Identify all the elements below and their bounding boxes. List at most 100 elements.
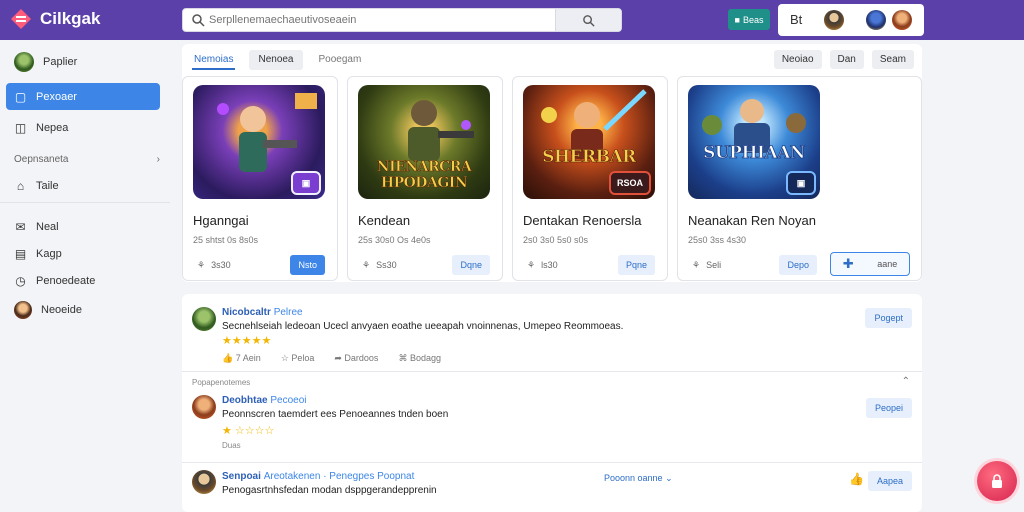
tag-action[interactable]: ⌘ Bodagg bbox=[398, 353, 441, 364]
post-meta: Duas bbox=[222, 441, 241, 450]
game-stat-value: 3s30 bbox=[211, 260, 231, 270]
sidebar-item-home[interactable]: ▢ Pexoaer bbox=[6, 83, 160, 110]
add-icon: ✚ bbox=[842, 256, 854, 271]
search-button[interactable] bbox=[555, 9, 621, 31]
sort-dropdown[interactable]: Pooonn oanne ⌄ bbox=[604, 473, 673, 484]
players-icon: ⚘ bbox=[197, 260, 206, 270]
tab-new[interactable]: Nenoea bbox=[249, 50, 303, 70]
players-icon: ⚘ bbox=[692, 260, 701, 270]
post-text: Peonnscren taemdert ees Penoeannes tnden… bbox=[222, 409, 449, 420]
sidebar-item-label: Pexoaer bbox=[36, 90, 77, 103]
post-header: Senpoai Areotakenen · Penegpes Poopnat bbox=[222, 471, 414, 482]
game-title: Neanakan Ren Noyan bbox=[688, 213, 816, 228]
action-label: Peloa bbox=[291, 353, 315, 363]
game-meta: 25s0 3ss 4s30 bbox=[688, 235, 747, 245]
avatar[interactable] bbox=[866, 10, 886, 30]
add-to-library-button[interactable]: ✚ aane bbox=[830, 252, 910, 276]
reply-button[interactable]: Peopei bbox=[865, 398, 912, 418]
clock-icon: ◷ bbox=[15, 273, 26, 288]
briefcase-icon: ▤ bbox=[14, 246, 27, 261]
sidebar-item-store[interactable]: ⌂ Taile bbox=[6, 172, 160, 199]
game-stat: ⚘ 3s30 bbox=[197, 260, 231, 271]
feed-post: Deobhtae Pecoeoi Peonnscren taemdert ees… bbox=[182, 389, 922, 461]
app-logo[interactable]: Cilkgak bbox=[10, 8, 100, 30]
play-button[interactable]: Dqne bbox=[452, 255, 490, 275]
sidebar-item-history[interactable]: ◷ Penoedeate bbox=[6, 267, 160, 294]
avatar[interactable] bbox=[192, 470, 216, 494]
game-art: SHERBAR RSOA bbox=[523, 85, 655, 199]
search-input[interactable] bbox=[209, 11, 539, 29]
search-icon bbox=[583, 14, 595, 27]
filter-bar: Neoiao Dan Seam bbox=[773, 50, 914, 69]
post-header: Deobhtae Pecoeoi bbox=[222, 395, 306, 406]
sidebar-item-mail[interactable]: ✉ Neal bbox=[6, 213, 160, 240]
game-card[interactable]: SHERBAR RSOA Dentakan Renoersla 2s0 3s0 … bbox=[512, 76, 668, 281]
filter-button[interactable]: Dan bbox=[829, 50, 864, 69]
game-badge: RSOA bbox=[609, 171, 651, 195]
game-stat: ⚘ ls30 bbox=[527, 260, 558, 271]
avatar[interactable] bbox=[824, 10, 844, 30]
game-stat-value: Ss30 bbox=[376, 260, 397, 270]
mail-icon: ✉ bbox=[15, 219, 26, 234]
filter-button[interactable]: Seam bbox=[871, 50, 914, 69]
sidebar-item-label: Neal bbox=[36, 220, 59, 233]
filter-button[interactable]: Neoiao bbox=[773, 50, 822, 69]
tab-bar: Nemoias Nenoea Pooegam bbox=[192, 50, 363, 70]
post-author[interactable]: Deobhtae bbox=[222, 395, 268, 406]
sidebar-item-label: Kagp bbox=[36, 247, 62, 260]
chat-icon: ◫ bbox=[14, 120, 27, 135]
sidebar-profile-name: Paplier bbox=[43, 55, 78, 68]
avatar[interactable] bbox=[192, 307, 216, 331]
sidebar-item-work[interactable]: ▤ Kagp bbox=[6, 240, 160, 267]
tab-featured[interactable]: Nemoias bbox=[192, 50, 236, 70]
thumbs-up-icon[interactable]: 👍 bbox=[849, 472, 864, 486]
game-logo-text: NIENARCRA HPODAGIN bbox=[376, 159, 472, 192]
post-author[interactable]: Nicobcaltr bbox=[222, 307, 271, 318]
favorite-action[interactable]: ☆ Peloa bbox=[281, 353, 315, 364]
game-card[interactable]: ▣ Hganngai 25 shtst 0s 8s0s ⚘ 3s30 Nsto bbox=[182, 76, 338, 281]
home-icon: ▢ bbox=[14, 89, 27, 104]
user-icon bbox=[14, 300, 32, 319]
post-author[interactable]: Senpoai bbox=[222, 471, 261, 482]
chat-fab-button[interactable] bbox=[977, 461, 1017, 501]
game-card[interactable]: NIENARCRA HPODAGIN Kendean 25s 30s0 Os 4… bbox=[347, 76, 503, 281]
game-card[interactable]: SUPHIAAN ▣ Neanakan Ren Noyan 25s0 3ss 4… bbox=[677, 76, 922, 281]
game-art: NIENARCRA HPODAGIN bbox=[358, 85, 490, 199]
search-bar bbox=[182, 8, 622, 32]
dropdown-label: Pooonn oanne bbox=[604, 473, 663, 483]
account-area: Bt bbox=[778, 4, 924, 36]
game-art: SUPHIAAN ▣ bbox=[688, 85, 820, 199]
like-action[interactable]: 👍 7 Aein bbox=[222, 353, 261, 364]
game-meta: 2s0 3s0 5s0 s0s bbox=[523, 235, 589, 245]
rating-stars: ★ ☆☆☆☆ bbox=[222, 425, 275, 437]
store-icon: ⌂ bbox=[16, 178, 25, 193]
post-tag: Pecoeoi bbox=[270, 395, 307, 406]
avatar[interactable] bbox=[192, 395, 216, 419]
share-action[interactable]: ➦ Dardoos bbox=[334, 353, 378, 364]
action-label: 7 Aein bbox=[235, 353, 261, 363]
play-button[interactable]: Nsto bbox=[290, 255, 325, 275]
add-label: aane bbox=[877, 259, 898, 269]
sidebar-section-header[interactable]: Oepnsaneta › bbox=[14, 154, 160, 165]
sidebar-item-user[interactable]: Neoeide bbox=[6, 296, 160, 323]
notifications-label: Beas bbox=[742, 14, 764, 25]
game-badge: ▣ bbox=[786, 171, 816, 195]
sidebar-item-label: Taile bbox=[36, 179, 59, 192]
reply-button[interactable]: Aapea bbox=[867, 471, 912, 491]
search-icon bbox=[191, 13, 205, 27]
reply-button[interactable]: Pogept bbox=[865, 308, 912, 328]
sidebar-item-chat[interactable]: ◫ Nepea bbox=[6, 114, 160, 141]
settings-icon[interactable]: Bt bbox=[790, 12, 802, 27]
play-button[interactable]: Pqne bbox=[617, 255, 655, 275]
avatar[interactable] bbox=[892, 10, 912, 30]
post-header: Nicobcaltr Pelree bbox=[222, 307, 303, 318]
top-bar: Cilkgak ■ Beas Bt bbox=[0, 0, 1024, 40]
notifications-button[interactable]: ■ Beas bbox=[728, 9, 770, 30]
collapse-icon[interactable]: ⌃ bbox=[902, 376, 910, 387]
play-button[interactable]: Depo bbox=[779, 255, 817, 275]
sidebar-profile[interactable]: Paplier bbox=[6, 48, 160, 75]
tab-programs[interactable]: Pooegam bbox=[317, 50, 364, 70]
game-meta: 25 shtst 0s 8s0s bbox=[193, 235, 259, 245]
post-tag: Areotakenen bbox=[263, 471, 321, 482]
bell-icon: ■ bbox=[734, 14, 740, 25]
